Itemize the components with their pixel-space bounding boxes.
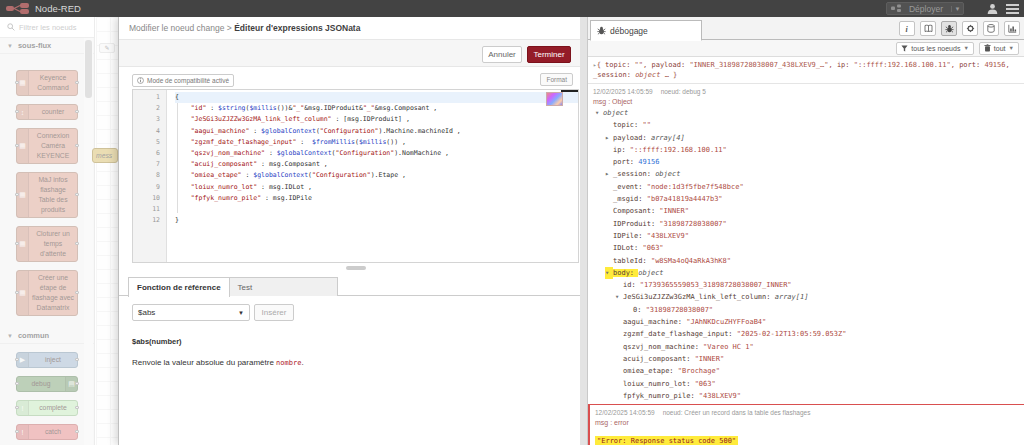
dashboard-tab-button[interactable] <box>1004 21 1020 36</box>
debug-tree-row[interactable]: ▾JeSGi3uZJZZw3GzMA_link_left_column: arr… <box>593 291 1019 303</box>
breadcrumb-node[interactable]: Modifier le noeud change <box>129 23 224 33</box>
select-chevron-icon: ▼ <box>238 310 244 316</box>
chart-icon <box>1008 24 1017 33</box>
debug-tree-row: id: "1739365559053_31898728038007_INNER" <box>593 279 1019 291</box>
debug-error-message: 12/02/2025 14:05:59 noeud: Créer un reco… <box>588 404 1024 445</box>
editor-line-numbers: 123456789101112 <box>133 90 167 262</box>
error-text: "Error: Response status code 500" <box>595 436 738 445</box>
tab-function-reference[interactable]: Fonction de référence <box>128 277 230 297</box>
deploy-icon <box>891 4 901 13</box>
context-tab-button[interactable] <box>983 21 999 36</box>
debug-tree-row: tableId: "w8SMa4oQ4aRkA3hK8" <box>593 255 1019 267</box>
deploy-button[interactable]: Déployer ▼ <box>886 2 964 15</box>
debug-tree-row: IDProduit: "31898728038007" <box>593 218 1019 230</box>
info-icon: i <box>903 24 911 33</box>
tab-test[interactable]: Test <box>230 277 338 296</box>
debug-object-tree: ▾object topic: ""▸payload: array[4] ip: … <box>593 107 1019 402</box>
tray-toolbar: Annuler Terminer <box>119 39 580 67</box>
debug-tree-row: topic: "" <box>593 119 1019 131</box>
debug-tree-row[interactable]: ▾object <box>593 107 1019 119</box>
debug-message-preview[interactable]: ▸{ topic: "", payload: "INNER_3189872803… <box>588 57 1024 84</box>
user-menu-button[interactable] <box>987 3 998 14</box>
trash-icon <box>984 44 991 52</box>
editor-scroll-marker <box>561 90 578 92</box>
breadcrumb: Modifier le noeud change > Éditeur d'exp… <box>119 17 580 39</box>
page-title: Éditeur d'expressions JSONata <box>234 23 360 33</box>
debug-tree-row: fpfyk_numro_pile: "438LXEV9" <box>593 390 1019 402</box>
editor-resize-handle[interactable] <box>346 266 366 270</box>
message-type: msg : Object <box>593 97 1019 107</box>
debug-tree-row[interactable]: ▾body: object <box>593 267 1019 279</box>
debug-message: 12/02/2025 14:05:59 noeud: debug 5 msg :… <box>588 84 1024 404</box>
app-title: Node-RED <box>35 3 81 14</box>
tab-debug[interactable]: débogage <box>590 20 702 41</box>
sidebar-separator[interactable] <box>580 17 588 445</box>
function-select[interactable]: $abs ▼ <box>132 304 250 321</box>
format-button[interactable]: Format <box>540 73 573 86</box>
insert-button[interactable]: Insérer <box>254 304 294 321</box>
debug-tree-row: _event: "node:1d3f5fbe7f548bce" <box>593 181 1019 193</box>
menu-icon <box>1006 4 1019 6</box>
editor-indent-guide <box>177 103 178 213</box>
debug-tab-button[interactable] <box>941 21 957 36</box>
message-timestamp: 12/02/2025 14:05:59 <box>595 409 655 416</box>
done-button[interactable]: Terminer <box>527 46 571 63</box>
debug-tree-row: IDPile: "438LXEV9" <box>593 230 1019 242</box>
deploy-options-chevron[interactable]: ▼ <box>951 6 963 12</box>
debug-tree-row: _msgid: "b07a41819a4447b3" <box>593 193 1019 205</box>
gear-icon <box>966 24 975 33</box>
info-tab-button[interactable]: i <box>899 21 915 36</box>
debug-tree-row: qszvj_nom_machine: "Vareo HC 1" <box>593 341 1019 353</box>
debug-clear-button[interactable]: tout ▼ <box>979 42 1019 55</box>
info-icon <box>137 77 144 84</box>
debug-sidebar: débogage i <box>588 17 1024 445</box>
debug-tree-row: Composant: "INNER" <box>593 205 1019 217</box>
debug-messages: ▸{ topic: "", payload: "INNER_3189872803… <box>588 57 1024 445</box>
debug-tree-row: omiea_etape: "Brochage" <box>593 365 1019 377</box>
chevron-down-icon: ▼ <box>963 45 968 51</box>
message-type: msg : error <box>595 418 1019 428</box>
debug-filterbar: tous les noeuds ▼ tout ▼ <box>588 40 1024 57</box>
database-icon <box>987 24 995 33</box>
message-node: noeud: debug 5 <box>661 88 706 95</box>
user-icon <box>987 3 998 14</box>
message-node: noeud: Créer un record dans la table des… <box>663 409 811 416</box>
message-timestamp: 12/02/2025 14:05:59 <box>593 88 653 95</box>
debug-tree-row: loiux_numro_lot: "063" <box>593 378 1019 390</box>
help-tab-button[interactable] <box>920 21 936 36</box>
debug-tree-row: port: 49156 <box>593 156 1019 168</box>
funnel-icon <box>901 45 908 52</box>
editor-decoration-badge <box>547 93 562 105</box>
debug-tree-row: acuij_composant: "INNER" <box>593 353 1019 365</box>
debug-tree-row: zgzmf_date_flashage_input: "2025-02-12T1… <box>593 328 1019 340</box>
bug-icon <box>597 26 606 35</box>
debug-tree-row: aagui_machine: "JAhNKDcuZHYFFoaB4" <box>593 316 1019 328</box>
function-description: Renvoie la valeur absolue du paramètre n… <box>132 358 304 367</box>
sidebar-tabbar: débogage i <box>588 17 1024 40</box>
editor-code[interactable]: { "id" : $string($millis())&"_"&msg.IDPr… <box>167 90 578 262</box>
deploy-label: Déployer <box>901 4 951 14</box>
node-red-logo: Node-RED <box>6 2 81 15</box>
debug-tree-row[interactable]: ▸payload: array[4] <box>593 132 1019 144</box>
editor-shade-overlay <box>0 17 118 445</box>
bug-icon <box>945 24 954 33</box>
expression-editor-tray: Modifier le noeud change > Éditeur d'exp… <box>118 17 580 445</box>
debug-tree-row: ip: "::ffff:192.168.100.11" <box>593 144 1019 156</box>
jsonata-code-editor[interactable]: 123456789101112 { "id" : $string($millis… <box>132 89 579 263</box>
compat-mode-badge: Mode de compatibilité activé <box>132 74 234 87</box>
debug-tree-row: IDLot: "063" <box>593 242 1019 254</box>
svg-text:i: i <box>906 25 909 34</box>
chevron-down-icon: ▼ <box>1009 45 1014 51</box>
book-icon <box>924 24 933 33</box>
debug-tree-row[interactable]: ▸_session: object <box>593 168 1019 180</box>
function-signature: $abs(number) <box>132 337 182 346</box>
main-menu-button[interactable] <box>1006 4 1019 16</box>
debug-filter-button[interactable]: tous les noeuds ▼ <box>896 42 974 55</box>
cancel-button[interactable]: Annuler <box>482 46 522 63</box>
reference-tabs: Fonction de référence Test <box>119 277 581 296</box>
debug-tree-row: 0: "31898728038007" <box>593 304 1019 316</box>
node-red-logo-icon <box>6 2 30 15</box>
app-header: Node-RED Déployer ▼ <box>0 0 1024 17</box>
config-tab-button[interactable] <box>962 21 978 36</box>
